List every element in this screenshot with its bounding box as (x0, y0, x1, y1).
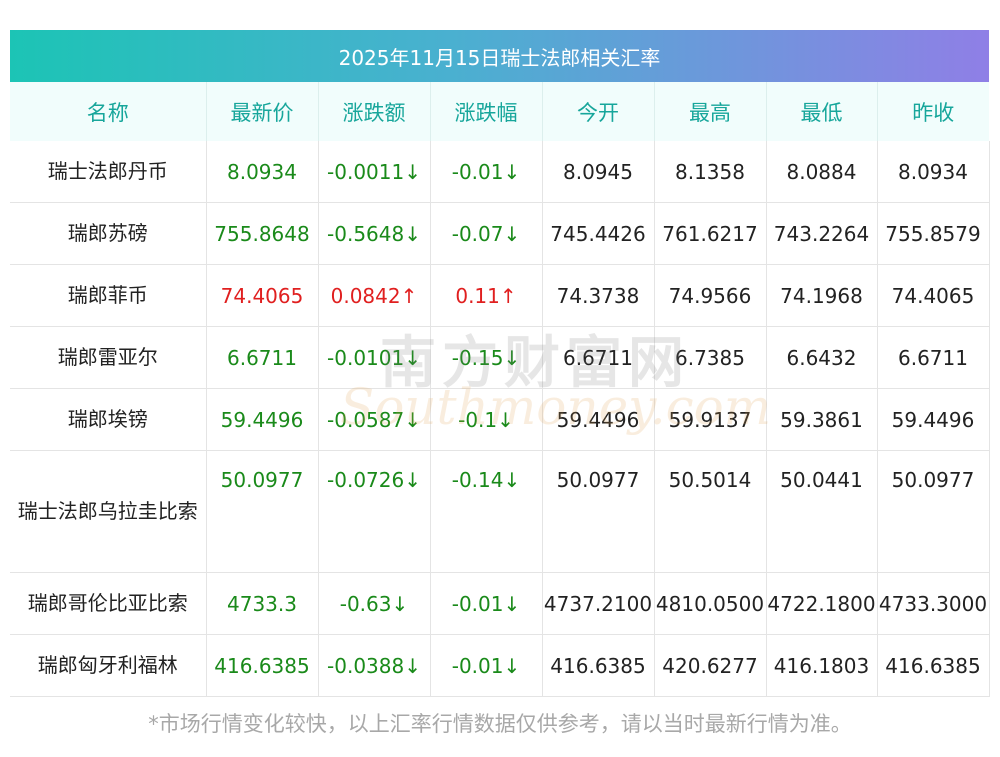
cell-prev: 50.0977 (877, 450, 990, 573)
cell-name: 瑞郎雷亚尔 (10, 326, 207, 389)
cell-pct: -0.14↓ (430, 450, 543, 573)
header-row: 名称 最新价 涨跌额 涨跌幅 今开 最高 最低 昨收 (10, 82, 989, 141)
cell-latest: 74.4065 (206, 264, 319, 327)
cell-change: -0.0011↓ (318, 141, 431, 203)
cell-change: -0.0726↓ (318, 450, 431, 573)
table-title: 2025年11月15日瑞士法郎相关汇率 (10, 30, 989, 82)
cell-latest: 755.8648 (206, 202, 319, 265)
cell-pct: -0.15↓ (430, 326, 543, 389)
col-header-name: 名称 (10, 82, 207, 141)
cell-low: 6.6432 (766, 326, 878, 389)
cell-pct: -0.07↓ (430, 202, 543, 265)
cell-latest: 416.6385 (206, 634, 319, 697)
table-row: 瑞郎雷亚尔 6.6711 -0.0101↓ -0.15↓ 6.6711 6.7385 6.6… (10, 326, 990, 389)
cell-high: 761.6217 (654, 202, 767, 265)
cell-open: 50.0977 (542, 450, 655, 573)
table-row: 瑞士法郎乌拉圭比索 50.0977 -0.0726↓ -0.14↓ 50.0977 50.… (10, 450, 990, 573)
cell-prev: 755.8579 (877, 202, 990, 265)
cell-change: -0.0101↓ (318, 326, 431, 389)
disclaimer: *市场行情变化较快，以上汇率行情数据仅供参考，请以当时最新行情为准。 (148, 712, 852, 736)
cell-high: 74.9566 (654, 264, 767, 327)
cell-prev: 4733.3000 (877, 572, 990, 635)
cell-pct: -0.01↓ (430, 634, 543, 697)
cell-name: 瑞士法郎乌拉圭比索 (10, 450, 207, 573)
cell-open: 416.6385 (542, 634, 655, 697)
cell-low: 8.0884 (766, 141, 878, 203)
cell-low: 50.0441 (766, 450, 878, 573)
cell-pct: -0.01↓ (430, 572, 543, 635)
cell-name: 瑞郎匈牙利福林 (10, 634, 207, 697)
col-header-open: 今开 (542, 82, 655, 141)
cell-pct: -0.1↓ (430, 388, 543, 451)
col-header-latest: 最新价 (206, 82, 319, 141)
cell-low: 4722.1800 (766, 572, 878, 635)
col-header-high: 最高 (654, 82, 767, 141)
cell-low: 74.1968 (766, 264, 878, 327)
cell-prev: 8.0934 (877, 141, 990, 203)
cell-change: -0.0587↓ (318, 388, 431, 451)
rates-table: 名称 最新价 涨跌额 涨跌幅 今开 最高 最低 昨收 瑞士法郎丹币 8.0934-… (10, 82, 990, 697)
cell-high: 59.9137 (654, 388, 767, 451)
cell-open: 74.3738 (542, 264, 655, 327)
table-row: 瑞郎菲币 74.4065 0.0842↑ 0.11↑ 74.3738 74.9566 74.… (10, 264, 990, 327)
cell-name: 瑞郎埃镑 (10, 388, 207, 451)
table-row: 瑞郎苏磅 755.8648 -0.5648↓ -0.07↓ 745.4426 761.62… (10, 202, 990, 265)
cell-open: 8.0945 (542, 141, 655, 203)
cell-low: 743.2264 (766, 202, 878, 265)
cell-pct: -0.01↓ (430, 141, 543, 203)
cell-pct: 0.11↑ (430, 264, 543, 327)
cell-prev: 6.6711 (877, 326, 990, 389)
cell-name: 瑞士法郎丹币 (10, 141, 207, 203)
cell-name: 瑞郎哥伦比亚比索 (10, 572, 207, 635)
table-row: 瑞士法郎丹币 8.0934 -0.0011↓ -0.01↓ 8.0945 8.1358 8.… (10, 141, 990, 203)
cell-latest: 8.0934 (206, 141, 319, 203)
cell-low: 416.1803 (766, 634, 878, 697)
rates-panel: 2025年11月15日瑞士法郎相关汇率 名称 最新价 涨跌额 涨跌幅 今开 最高… (10, 30, 990, 697)
cell-latest: 50.0977 (206, 450, 319, 573)
cell-latest: 4733.3 (206, 572, 319, 635)
cell-change: -0.0388↓ (318, 634, 431, 697)
table-row: 瑞郎哥伦比亚比索 4733.3 -0.63↓ -0.01↓ 4737.2100 4810.… (10, 572, 990, 635)
cell-open: 4737.2100 (542, 572, 655, 635)
cell-high: 50.5014 (654, 450, 767, 573)
cell-open: 745.4426 (542, 202, 655, 265)
col-header-change: 涨跌额 (318, 82, 431, 141)
cell-open: 6.6711 (542, 326, 655, 389)
cell-high: 420.6277 (654, 634, 767, 697)
cell-high: 4810.0500 (654, 572, 767, 635)
cell-change: -0.63↓ (318, 572, 431, 635)
cell-prev: 416.6385 (877, 634, 990, 697)
cell-prev: 59.4496 (877, 388, 990, 451)
cell-prev: 74.4065 (877, 264, 990, 327)
cell-open: 59.4496 (542, 388, 655, 451)
cell-change: -0.5648↓ (318, 202, 431, 265)
col-header-low: 最低 (766, 82, 878, 141)
table-row: 瑞郎埃镑 59.4496 -0.0587↓ -0.1↓ 59.4496 59.9137 59… (10, 388, 990, 451)
cell-latest: 6.6711 (206, 326, 319, 389)
col-header-pct: 涨跌幅 (430, 82, 543, 141)
cell-high: 8.1358 (654, 141, 767, 203)
cell-name: 瑞郎菲币 (10, 264, 207, 327)
col-header-prev: 昨收 (912, 100, 955, 125)
cell-name: 瑞郎苏磅 (10, 202, 207, 265)
cell-low: 59.3861 (766, 388, 878, 451)
cell-high: 6.7385 (654, 326, 767, 389)
table-row: 瑞郎匈牙利福林 416.6385 -0.0388↓ -0.01↓ 416.6385 420… (10, 634, 990, 697)
cell-change: 0.0842↑ (318, 264, 431, 327)
cell-latest: 59.4496 (206, 388, 319, 451)
